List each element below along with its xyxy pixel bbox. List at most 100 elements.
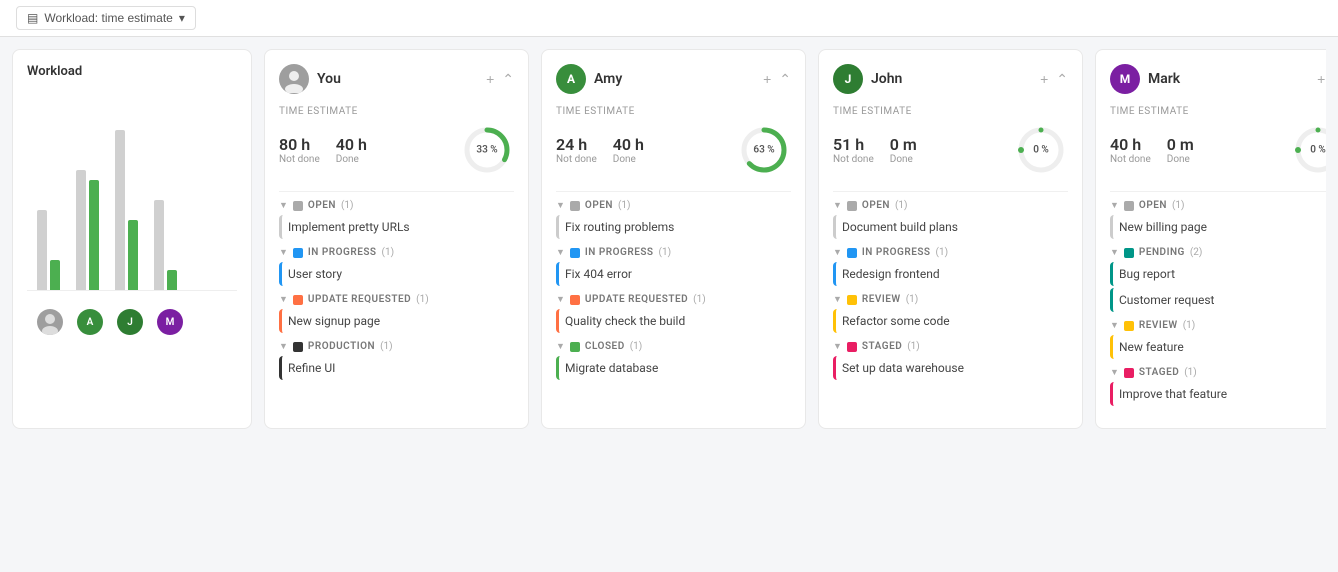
status-header[interactable]: ▼ PENDING (2) xyxy=(1110,247,1326,258)
task-item[interactable]: New feature xyxy=(1110,335,1326,359)
person-header-right: + ⌃ xyxy=(486,71,514,88)
add-task-button[interactable]: + xyxy=(1040,71,1048,87)
collapse-button[interactable]: ⌃ xyxy=(1056,71,1068,88)
status-count: (1) xyxy=(1184,367,1197,378)
task-item[interactable]: Redesign frontend xyxy=(833,262,1068,286)
done-label: Done xyxy=(1167,154,1194,165)
chevron-down-icon: ▼ xyxy=(279,200,288,211)
chevron-down-icon: ▼ xyxy=(556,294,565,305)
status-name: REVIEW xyxy=(1139,320,1178,331)
chart-area xyxy=(27,91,237,291)
person-header: You + ⌃ xyxy=(279,64,514,94)
collapse-button[interactable]: ⌃ xyxy=(779,71,791,88)
status-name: STAGED xyxy=(862,341,902,352)
status-header[interactable]: ▼ REVIEW (1) xyxy=(1110,320,1326,331)
status-header[interactable]: ▼ STAGED (1) xyxy=(833,341,1068,352)
status-group-open: ▼ OPEN (1) Document build plans xyxy=(833,200,1068,239)
divider xyxy=(1110,191,1326,192)
time-estimate-section: TIME ESTIMATE 40 h Not done 0 m Done xyxy=(1110,106,1326,177)
status-count: (1) xyxy=(906,294,919,305)
task-item[interactable]: Refactor some code xyxy=(833,309,1068,333)
task-item[interactable]: New billing page xyxy=(1110,215,1326,239)
status-header[interactable]: ▼ OPEN (1) xyxy=(833,200,1068,211)
not-done-block: 51 h Not done xyxy=(833,135,874,165)
done-value: 40 h xyxy=(336,135,367,154)
status-group-update-requested: ▼ UPDATE REQUESTED (1) New signup page xyxy=(279,294,514,333)
status-count: (1) xyxy=(618,200,631,211)
status-name: CLOSED xyxy=(585,341,625,352)
time-estimate-row: 40 h Not done 0 m Done 0 % xyxy=(1110,123,1326,177)
status-dot xyxy=(293,248,303,258)
task-item[interactable]: Implement pretty URLs xyxy=(279,215,514,239)
workload-btn[interactable]: ▤ Workload: time estimate ▾ xyxy=(16,6,196,30)
time-estimate-label: TIME ESTIMATE xyxy=(833,106,1068,117)
status-dot xyxy=(1124,368,1134,378)
task-item[interactable]: Bug report xyxy=(1110,262,1326,286)
sidebar-avatar: A xyxy=(77,309,103,335)
status-dot xyxy=(293,342,303,352)
chevron-down-icon: ▼ xyxy=(279,341,288,352)
status-header[interactable]: ▼ UPDATE REQUESTED (1) xyxy=(279,294,514,305)
divider xyxy=(833,191,1068,192)
add-task-button[interactable]: + xyxy=(763,71,771,87)
chevron-down-icon: ▼ xyxy=(833,341,842,352)
not-done-block: 24 h Not done xyxy=(556,135,597,165)
task-item[interactable]: Refine UI xyxy=(279,356,514,380)
done-block: 40 h Done xyxy=(336,135,367,165)
workload-btn-label: Workload: time estimate xyxy=(44,11,173,25)
divider xyxy=(556,191,791,192)
status-header[interactable]: ▼ IN PROGRESS (1) xyxy=(279,247,514,258)
status-header[interactable]: ▼ OPEN (1) xyxy=(279,200,514,211)
status-header[interactable]: ▼ CLOSED (1) xyxy=(556,341,791,352)
donut-label: 0 % xyxy=(1033,145,1049,156)
status-group-pending: ▼ PENDING (2) Bug report Customer reques… xyxy=(1110,247,1326,312)
status-header[interactable]: ▼ REVIEW (1) xyxy=(833,294,1068,305)
status-header[interactable]: ▼ OPEN (1) xyxy=(556,200,791,211)
task-item[interactable]: User story xyxy=(279,262,514,286)
status-header[interactable]: ▼ UPDATE REQUESTED (1) xyxy=(556,294,791,305)
person-header: M Mark + ⌃ xyxy=(1110,64,1326,94)
status-header[interactable]: ▼ IN PROGRESS (1) xyxy=(833,247,1068,258)
status-header[interactable]: ▼ OPEN (1) xyxy=(1110,200,1326,211)
status-dot xyxy=(847,248,857,258)
chevron-down-icon: ▼ xyxy=(556,341,565,352)
status-name: IN PROGRESS xyxy=(585,247,654,258)
task-item[interactable]: Set up data warehouse xyxy=(833,356,1068,380)
task-item[interactable]: Migrate database xyxy=(556,356,791,380)
status-header[interactable]: ▼ PRODUCTION (1) xyxy=(279,341,514,352)
task-name: New billing page xyxy=(1119,220,1207,234)
not-done-label: Not done xyxy=(833,154,874,165)
status-count: (1) xyxy=(380,341,393,352)
not-done-block: 40 h Not done xyxy=(1110,135,1151,165)
task-item[interactable]: Improve that feature xyxy=(1110,382,1326,406)
status-dot xyxy=(570,295,580,305)
task-item[interactable]: Fix routing problems xyxy=(556,215,791,239)
status-header[interactable]: ▼ IN PROGRESS (1) xyxy=(556,247,791,258)
status-dot xyxy=(1124,201,1134,211)
add-task-button[interactable]: + xyxy=(1317,71,1325,87)
bar-gray xyxy=(76,170,86,290)
task-item[interactable]: Customer request xyxy=(1110,288,1326,312)
sidebar-avatar: M xyxy=(157,309,183,335)
task-item[interactable]: Quality check the build xyxy=(556,309,791,333)
status-count: (2) xyxy=(1190,247,1203,258)
collapse-button[interactable]: ⌃ xyxy=(502,71,514,88)
bar-green xyxy=(128,220,138,290)
add-task-button[interactable]: + xyxy=(486,71,494,87)
task-item[interactable]: Fix 404 error xyxy=(556,262,791,286)
status-group-open: ▼ OPEN (1) New billing page xyxy=(1110,200,1326,239)
bar-green xyxy=(167,270,177,290)
person-header-left: You xyxy=(279,64,341,94)
task-name: Quality check the build xyxy=(565,314,685,328)
status-group-update-requested: ▼ UPDATE REQUESTED (1) Quality check the… xyxy=(556,294,791,333)
done-value: 40 h xyxy=(613,135,644,154)
task-name: Fix 404 error xyxy=(565,267,632,281)
donut-chart: 0 % xyxy=(1014,123,1068,177)
status-header[interactable]: ▼ STAGED (1) xyxy=(1110,367,1326,378)
task-item[interactable]: New signup page xyxy=(279,309,514,333)
status-name: REVIEW xyxy=(862,294,901,305)
sidebar-title: Workload xyxy=(27,64,237,79)
status-group-in-progress: ▼ IN PROGRESS (1) Redesign frontend xyxy=(833,247,1068,286)
task-item[interactable]: Document build plans xyxy=(833,215,1068,239)
status-group-review: ▼ REVIEW (1) New feature xyxy=(1110,320,1326,359)
